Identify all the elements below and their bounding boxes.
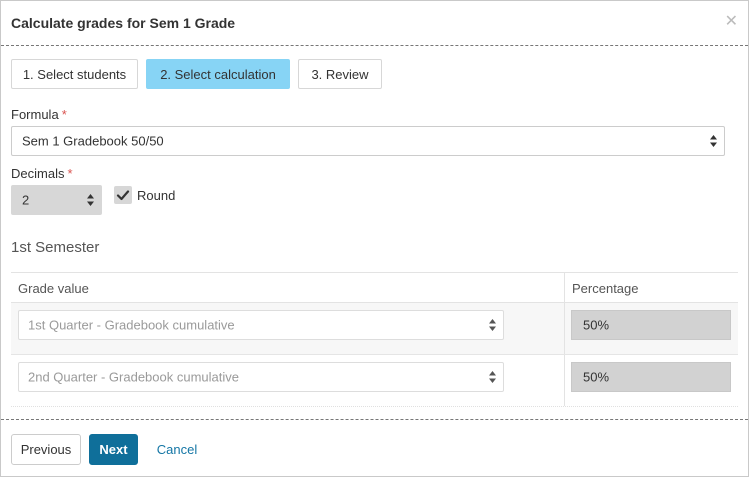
decimals-select[interactable]: 2 — [11, 185, 102, 215]
column-divider — [564, 355, 565, 406]
round-checkbox[interactable] — [114, 186, 132, 204]
formula-label: Formula * — [11, 107, 67, 122]
calculation-grid: Grade value Percentage 1st Quarter - Gra… — [11, 272, 738, 408]
step-select-calculation[interactable]: 2. Select calculation — [146, 59, 290, 89]
decimals-label-text: Decimals — [11, 166, 65, 181]
table-row: 1st Quarter - Gradebook cumulative 50% — [11, 303, 738, 355]
grade-value-select[interactable]: 1st Quarter - Gradebook cumulative — [18, 310, 504, 340]
grade-value-select-value: 1st Quarter - Gradebook cumulative — [28, 317, 235, 333]
formula-label-text: Formula — [11, 107, 59, 122]
formula-select-value: Sem 1 Gradebook 50/50 — [22, 133, 164, 149]
checkmark-icon — [116, 190, 130, 201]
column-divider — [564, 273, 565, 302]
decimals-label: Decimals * — [11, 166, 73, 181]
percentage-value: 50% — [583, 317, 610, 333]
decimals-select-value: 2 — [22, 192, 30, 208]
formula-select[interactable]: Sem 1 Gradebook 50/50 — [11, 126, 725, 156]
step-review[interactable]: 3. Review — [298, 59, 382, 89]
header-grade-value: Grade value — [18, 281, 89, 296]
required-mark: * — [67, 166, 73, 181]
select-arrows-icon — [710, 135, 717, 147]
previous-button[interactable]: Previous — [11, 434, 81, 465]
select-arrows-icon — [489, 371, 496, 383]
calculate-grades-modal: Calculate grades for Sem 1 Grade ✕ 1. Se… — [0, 0, 749, 477]
modal-footer: Previous Next Cancel — [1, 419, 748, 477]
grade-value-select-value: 2nd Quarter - Gradebook cumulative — [28, 369, 239, 385]
percentage-field[interactable]: 50% — [571, 310, 731, 340]
header-percentage: Percentage — [572, 281, 639, 296]
step-select-students[interactable]: 1. Select students — [11, 59, 138, 89]
percentage-value: 50% — [583, 369, 610, 385]
modal-title: Calculate grades for Sem 1 Grade — [11, 15, 236, 31]
close-icon[interactable]: ✕ — [725, 14, 738, 30]
cancel-button[interactable]: Cancel — [153, 434, 201, 465]
table-row: 2nd Quarter - Gradebook cumulative 50% — [11, 355, 738, 407]
next-button[interactable]: Next — [89, 434, 138, 465]
column-divider — [564, 303, 565, 354]
section-title: 1st Semester — [11, 239, 100, 256]
grid-header: Grade value Percentage — [11, 272, 738, 303]
select-arrows-icon — [489, 319, 496, 331]
grade-value-select[interactable]: 2nd Quarter - Gradebook cumulative — [18, 362, 504, 392]
required-mark: * — [61, 107, 67, 122]
select-arrows-icon — [87, 194, 94, 206]
round-label: Round — [137, 188, 176, 203]
modal-header: Calculate grades for Sem 1 Grade ✕ — [1, 1, 748, 46]
percentage-field[interactable]: 50% — [571, 362, 731, 392]
